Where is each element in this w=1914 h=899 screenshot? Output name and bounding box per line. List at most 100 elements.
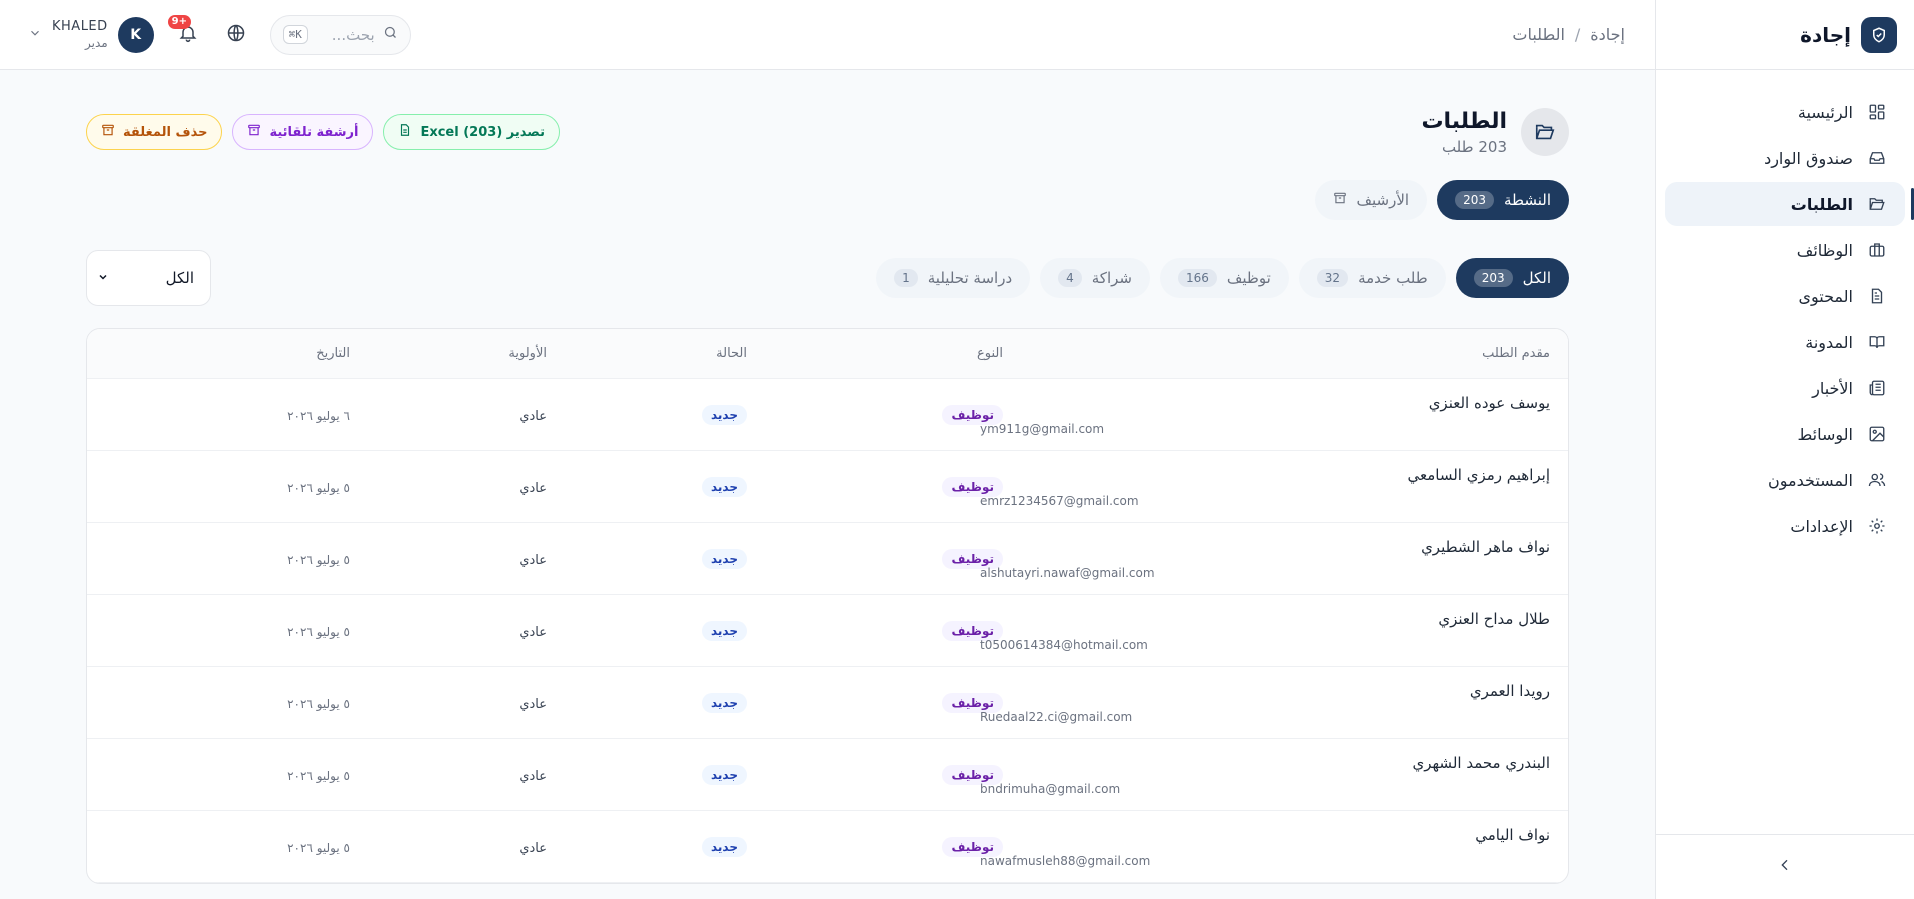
type-cell: توظيف — [747, 620, 1003, 641]
inbox-icon — [1867, 148, 1887, 168]
col-date[interactable]: التاريخ — [205, 346, 350, 361]
brand[interactable]: إجادة — [1656, 0, 1914, 70]
table-row[interactable]: يوسف عوده العنزي ym911g@gmail.com توظيف … — [87, 379, 1568, 451]
filter-label: دراسة تحليلية — [927, 269, 1013, 287]
requester-email: bndrimuha@gmail.com — [980, 781, 1121, 796]
language-button[interactable] — [222, 21, 250, 49]
filter-analytical-study[interactable]: دراسة تحليلية 1 — [876, 258, 1031, 298]
requester-cell: إبراهيم رمزي السامعي emrz1234567@gmail.c… — [980, 465, 1568, 508]
table-row[interactable]: البندري محمد الشهري bndrimuha@gmail.com … — [87, 739, 1568, 811]
sidebar-item-jobs[interactable]: الوظائف — [1665, 228, 1905, 272]
table-header: مقدم الطلب النوع الحالة الأولوية التاريخ — [87, 329, 1568, 379]
sidebar-item-content[interactable]: المحتوى — [1665, 274, 1905, 318]
sidebar-item-requests[interactable]: الطلبات — [1665, 182, 1914, 226]
page-subtitle: 203 طلب — [1441, 137, 1507, 156]
sidebar-item-label: الرئيسية — [1797, 102, 1853, 122]
folder-open-icon — [1521, 108, 1569, 156]
sidebar-item-users[interactable]: المستخدمون — [1665, 458, 1905, 502]
type-cell: توظيف — [747, 476, 1003, 497]
export-excel-button[interactable]: تصدير (203) Excel — [383, 114, 560, 150]
status-cell: جديد — [547, 476, 747, 497]
filter-label: الكل — [1522, 269, 1551, 287]
sidebar-item-home[interactable]: الرئيسية — [1665, 90, 1905, 134]
avatar[interactable]: K — [117, 16, 154, 53]
search-icon — [383, 25, 398, 44]
chevron-down-icon — [97, 269, 109, 287]
chevron-down-icon — [28, 25, 42, 44]
table-row[interactable]: إبراهيم رمزي السامعي emrz1234567@gmail.c… — [87, 451, 1568, 523]
sidebar-item-media[interactable]: الوسائط — [1665, 412, 1905, 456]
book-open-icon — [1867, 332, 1887, 352]
table-row[interactable]: نواف اليامي nawafmusleh88@gmail.com توظي… — [87, 811, 1568, 883]
col-requester[interactable]: مقدم الطلب — [1003, 346, 1568, 361]
priority-cell: عادي — [350, 621, 547, 640]
col-type[interactable]: النوع — [747, 346, 1003, 361]
table-row[interactable]: طلال مداح العنزي t0500614384@hotmail.com… — [87, 595, 1568, 667]
filter-hiring[interactable]: توظيف 166 — [1159, 258, 1289, 298]
tab-label: الأرشيف — [1356, 191, 1410, 209]
sidebar-item-label: المدونة — [1805, 332, 1853, 352]
breadcrumb-home[interactable]: إجادة — [1590, 25, 1625, 44]
priority-value: عادي — [519, 625, 547, 640]
notifications-button[interactable]: 9+ — [167, 14, 202, 49]
priority-cell: عادي — [350, 837, 547, 856]
col-priority[interactable]: الأولوية — [350, 346, 547, 361]
date-cell: ٥ يوليو ٢٠٢٦ — [205, 621, 350, 640]
document-icon — [1867, 286, 1887, 306]
status-badge: جديد — [701, 692, 747, 713]
table-row[interactable]: نواف ماهر الشطيري alshutayri.nawaf@gmail… — [87, 523, 1568, 595]
sidebar-item-news[interactable]: الأخبار — [1665, 366, 1905, 410]
requester-cell: يوسف عوده العنزي ym911g@gmail.com — [980, 394, 1568, 436]
type-cell: توظيف — [747, 404, 1003, 425]
priority-cell: عادي — [350, 765, 547, 784]
tab-count: 203 — [1455, 191, 1494, 209]
delete-closed-button[interactable]: حذف المغلقة — [86, 114, 223, 150]
sidebar-footer — [1655, 834, 1914, 899]
requester-email: Ruedaal22.ci@gmail.com — [980, 709, 1133, 724]
archive-box-icon — [247, 123, 261, 141]
table-body: يوسف عوده العنزي ym911g@gmail.com توظيف … — [87, 379, 1568, 883]
priority-value: عادي — [519, 409, 547, 424]
sidebar-item-blog[interactable]: المدونة — [1665, 320, 1905, 364]
user-name: KHALED — [52, 18, 108, 34]
requester-name: إبراهيم رمزي السامعي — [1407, 465, 1551, 484]
top-tools: KHALED مدير K 9+ ⌘K بحث... — [28, 14, 411, 55]
requester-name: البندري محمد الشهري — [1412, 753, 1551, 772]
tab-active[interactable]: النشطة 203 — [1437, 180, 1569, 220]
spreadsheet-icon — [398, 123, 412, 141]
priority-cell: عادي — [350, 405, 547, 424]
filter-service-request[interactable]: طلب خدمة 32 — [1298, 258, 1446, 298]
status-cell: جديد — [547, 548, 747, 569]
table-row[interactable]: رويدا العمري Ruedaal22.ci@gmail.com توظي… — [87, 667, 1568, 739]
filter-label: توظيف — [1226, 269, 1271, 287]
status-cell: جديد — [547, 404, 747, 425]
filter-partnership[interactable]: شراكة 4 — [1040, 258, 1150, 298]
requester-name: رويدا العمري — [1469, 681, 1550, 700]
filter-all[interactable]: الكل 203 — [1455, 258, 1569, 298]
user-role: مدير — [84, 35, 108, 50]
brand-name: إجادة — [1800, 22, 1851, 47]
sidebar-item-settings[interactable]: الإعدادات — [1665, 504, 1905, 548]
tab-archive[interactable]: الأرشيف — [1314, 180, 1428, 220]
user-menu[interactable]: KHALED مدير K — [28, 16, 154, 53]
sidebar-item-label: المحتوى — [1798, 286, 1853, 306]
sidebar-item-label: صندوق الوارد — [1764, 148, 1853, 168]
sidebar-item-label: الأخبار — [1812, 378, 1853, 398]
status-badge: جديد — [701, 548, 747, 569]
page-actions: حذف المغلقة أرشفة تلقائية تصدير (203) Ex… — [86, 114, 560, 150]
filter-count: 166 — [1177, 269, 1217, 287]
requester-name: نواف اليامي — [1475, 825, 1550, 844]
search-input[interactable]: ⌘K بحث... — [269, 14, 411, 55]
sidebar-item-inbox[interactable]: صندوق الوارد — [1665, 136, 1905, 180]
status-select[interactable]: الكل — [86, 250, 211, 306]
date-cell: ٦ يوليو ٢٠٢٦ — [205, 405, 350, 424]
auto-archive-button[interactable]: أرشفة تلقائية — [232, 114, 374, 150]
collapse-sidebar-button[interactable] — [1771, 853, 1799, 881]
col-status[interactable]: الحالة — [547, 346, 747, 361]
date-cell: ٥ يوليو ٢٠٢٦ — [205, 693, 350, 712]
filter-count: 32 — [1316, 269, 1349, 287]
requester-cell: رويدا العمري Ruedaal22.ci@gmail.com — [980, 681, 1568, 724]
archive-box-icon — [101, 123, 115, 141]
auto-archive-label: أرشفة تلقائية — [269, 124, 359, 140]
date-value: ٥ يوليو ٢٠٢٦ — [287, 697, 350, 711]
